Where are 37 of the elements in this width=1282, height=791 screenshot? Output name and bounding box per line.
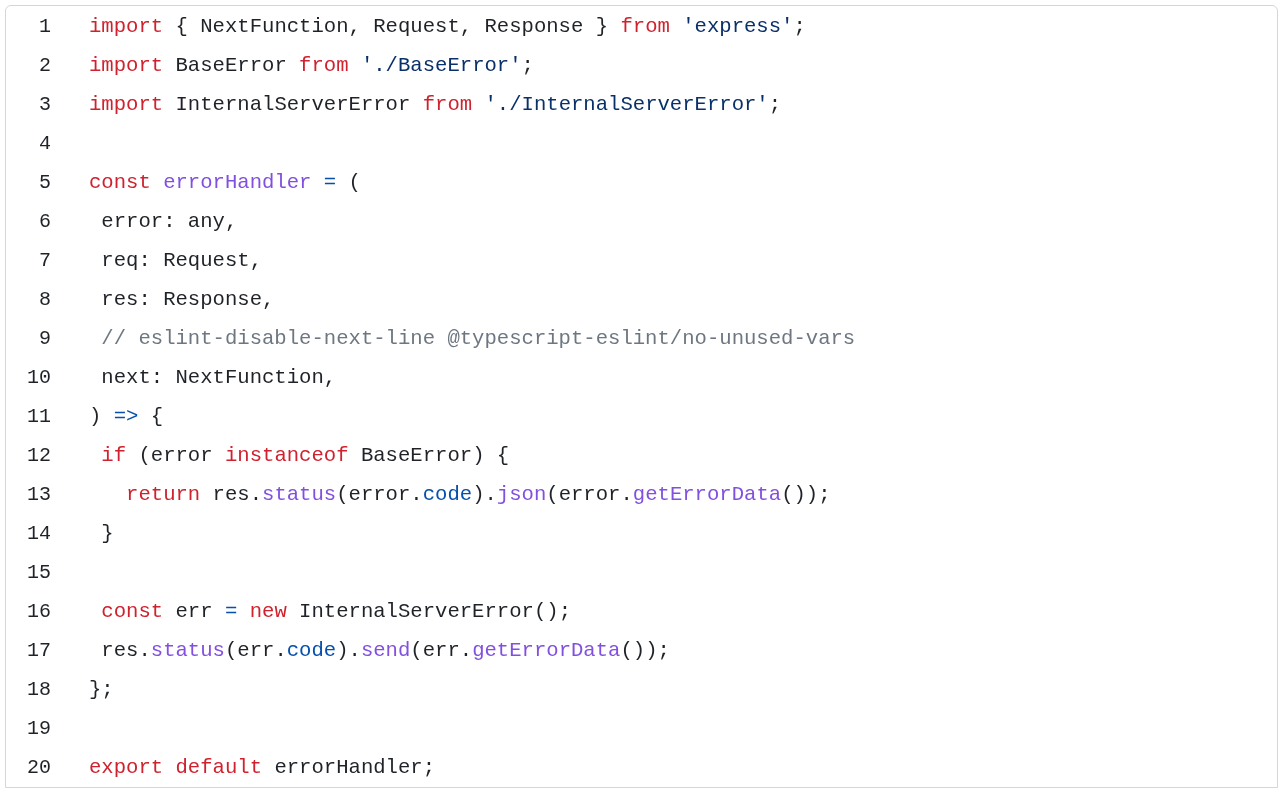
code-line: import BaseError from './BaseError'; bbox=[89, 53, 534, 78]
code-line: }; bbox=[89, 677, 114, 702]
line-number: 10 bbox=[26, 364, 51, 391]
code-line: req: Request, bbox=[100, 248, 263, 273]
line-number: 15 bbox=[26, 559, 51, 586]
line-number: 1 bbox=[38, 13, 51, 40]
code-line: ) => { bbox=[89, 404, 164, 429]
line-number: 18 bbox=[26, 676, 51, 703]
code-line: export default errorHandler; bbox=[89, 755, 436, 780]
line-number: 20 bbox=[26, 754, 51, 781]
line-number: 8 bbox=[38, 286, 51, 313]
line-number: 11 bbox=[26, 403, 51, 430]
code-line: const err = new InternalServerError(); bbox=[100, 599, 571, 624]
code-line: res.status(err.code).send(err.getErrorData()); bbox=[100, 638, 670, 663]
code-line: if (error instanceof BaseError) { bbox=[100, 443, 510, 468]
code-line: res: Response, bbox=[100, 287, 275, 312]
line-number: 13 bbox=[26, 481, 51, 508]
line-number: 2 bbox=[38, 52, 51, 79]
code-line: next: NextFunction, bbox=[100, 365, 337, 390]
code-line: const errorHandler = ( bbox=[89, 170, 361, 195]
line-number: 16 bbox=[26, 598, 51, 625]
code-line: } bbox=[100, 521, 114, 546]
code-line: error: any, bbox=[100, 209, 238, 234]
line-number: 17 bbox=[26, 637, 51, 664]
code-line: return res.status(error.code).json(error.getErrorData()); bbox=[125, 482, 831, 507]
line-number: 14 bbox=[26, 520, 51, 547]
line-number: 19 bbox=[26, 715, 51, 742]
line-number: 4 bbox=[38, 130, 51, 157]
code-line: import InternalServerError from './InternalServerError'; bbox=[89, 92, 782, 117]
line-number: 9 bbox=[38, 325, 51, 352]
line-number: 5 bbox=[38, 169, 51, 196]
code-line: // eslint-disable-next-line @typescript-eslint/no-unused-vars bbox=[100, 326, 856, 351]
line-number: 6 bbox=[38, 208, 51, 235]
line-number: 12 bbox=[26, 442, 51, 469]
line-number: 7 bbox=[38, 247, 51, 274]
line-number: 3 bbox=[38, 91, 51, 118]
code-line: import { NextFunction, Request, Response } from 'express'; bbox=[89, 14, 806, 39]
